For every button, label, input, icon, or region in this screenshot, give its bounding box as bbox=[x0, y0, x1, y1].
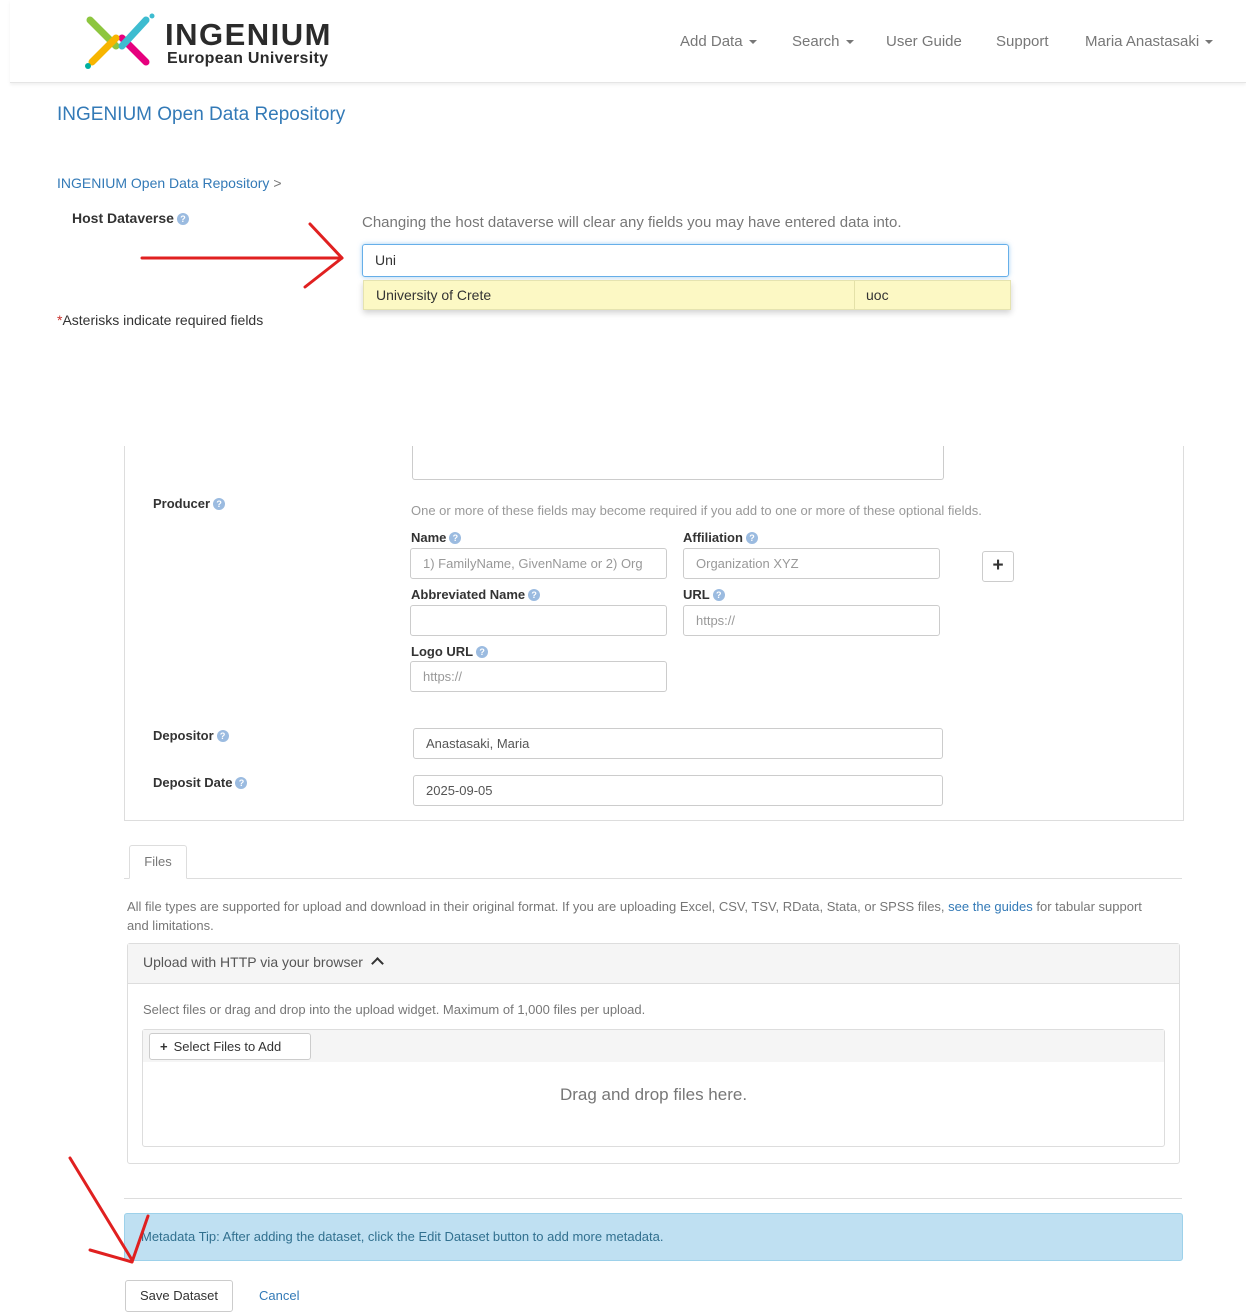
caret-down-icon bbox=[748, 40, 757, 45]
nav-add-data[interactable]: Add Data bbox=[680, 33, 757, 50]
help-icon[interactable]: ? bbox=[176, 213, 189, 225]
nav-user-guide[interactable]: User Guide bbox=[886, 33, 962, 50]
caret-down-icon bbox=[845, 40, 854, 45]
producer-logo-input[interactable]: https:// bbox=[410, 661, 667, 692]
producer-logo-label-text: Logo URL bbox=[411, 644, 474, 659]
nav-search-label: Search bbox=[792, 33, 840, 50]
upload-note: Select files or drag and drop into the u… bbox=[143, 1002, 646, 1017]
host-dataverse-label: Host Dataverse? bbox=[72, 210, 189, 226]
nav-add-data-label: Add Data bbox=[680, 33, 743, 50]
producer-url-label-text: URL bbox=[683, 587, 710, 602]
nav-search[interactable]: Search bbox=[792, 33, 854, 50]
drop-zone-text: Drag and drop files here. bbox=[559, 1085, 748, 1104]
help-icon[interactable]: ? bbox=[235, 777, 248, 789]
suggestion-name: University of Crete bbox=[376, 287, 492, 303]
page-title[interactable]: INGENIUM Open Data Repository bbox=[57, 104, 345, 126]
deposit-date-label-text: Deposit Date bbox=[153, 775, 233, 790]
help-icon[interactable]: ? bbox=[745, 532, 758, 544]
host-dataverse-label-text: Host Dataverse bbox=[72, 210, 174, 226]
caret-down-icon bbox=[1205, 40, 1214, 45]
depositor-label-text: Depositor bbox=[153, 728, 214, 743]
producer-label: Producer? bbox=[153, 496, 226, 511]
nav-support[interactable]: Support bbox=[996, 33, 1049, 50]
upload-header-toggle[interactable]: Upload with HTTP via your browser bbox=[143, 954, 384, 970]
textarea-field-partial[interactable] bbox=[412, 446, 944, 480]
host-dataverse-input[interactable]: Uni bbox=[362, 244, 1009, 277]
help-icon[interactable]: ? bbox=[213, 498, 226, 510]
cancel-link[interactable]: Cancel bbox=[259, 1288, 299, 1303]
nav-user-menu[interactable]: Maria Anastasaki bbox=[1085, 33, 1214, 50]
save-dataset-button[interactable]: Save Dataset bbox=[125, 1280, 233, 1312]
nav-user-label: Maria Anastasaki bbox=[1085, 33, 1200, 50]
host-dataverse-note: Changing the host dataverse will clear a… bbox=[362, 214, 902, 231]
producer-name-input[interactable]: 1) FamilyName, GivenName or 2) Org bbox=[410, 548, 667, 579]
required-note-text: Asterisks indicate required fields bbox=[62, 312, 264, 328]
help-icon[interactable]: ? bbox=[449, 532, 462, 544]
producer-name-label: Name? bbox=[411, 530, 462, 545]
metadata-tip-alert: Metadata Tip: After adding the dataset, … bbox=[124, 1213, 1183, 1261]
producer-abbrev-label-text: Abbreviated Name bbox=[411, 587, 526, 602]
producer-abbrev-label: Abbreviated Name? bbox=[411, 587, 541, 602]
deposit-date-label: Deposit Date? bbox=[153, 775, 248, 790]
producer-url-input[interactable]: https:// bbox=[683, 605, 940, 636]
select-files-button[interactable]: + Select Files to Add bbox=[149, 1033, 311, 1060]
suggestion-divider bbox=[854, 281, 855, 309]
brand-subtitle[interactable]: European University bbox=[167, 50, 328, 68]
producer-affiliation-input[interactable]: Organization XYZ bbox=[683, 548, 940, 579]
producer-note: One or more of these fields may become r… bbox=[411, 503, 982, 518]
upload-header-label: Upload with HTTP via your browser bbox=[143, 954, 363, 970]
ingenium-logo-icon[interactable] bbox=[82, 12, 157, 72]
breadcrumb-separator: > bbox=[273, 175, 282, 191]
producer-logo-label: Logo URL? bbox=[411, 644, 489, 659]
annotation-arrow-right-icon bbox=[140, 222, 344, 289]
breadcrumb: INGENIUM Open Data Repository > bbox=[57, 175, 282, 191]
required-fields-note: *Asterisks indicate required fields bbox=[57, 312, 263, 328]
producer-name-label-text: Name bbox=[411, 530, 447, 545]
host-suggestion-item[interactable]: University of Crete uoc bbox=[363, 280, 1011, 310]
help-icon[interactable]: ? bbox=[712, 589, 725, 601]
section-divider bbox=[124, 1198, 1182, 1199]
brand-title[interactable]: INGENIUM bbox=[165, 17, 332, 53]
producer-url-label: URL? bbox=[683, 587, 725, 602]
tab-divider bbox=[124, 878, 1182, 879]
help-icon[interactable]: ? bbox=[528, 589, 541, 601]
deposit-date-input[interactable]: 2025-09-05 bbox=[413, 775, 943, 806]
chevron-up-icon bbox=[371, 957, 384, 970]
depositor-input[interactable]: Anastasaki, Maria bbox=[413, 728, 943, 759]
producer-label-text: Producer bbox=[153, 496, 211, 511]
producer-affiliation-label: Affiliation? bbox=[683, 530, 758, 545]
help-icon[interactable]: ? bbox=[216, 730, 229, 742]
files-note-text: All file types are supported for upload … bbox=[127, 899, 945, 914]
help-icon[interactable]: ? bbox=[476, 646, 489, 658]
depositor-label: Depositor? bbox=[153, 728, 229, 743]
plus-icon: + bbox=[160, 1039, 168, 1054]
select-files-label: Select Files to Add bbox=[173, 1039, 282, 1054]
see-guides-link[interactable]: see the guides bbox=[948, 899, 1033, 914]
producer-abbrev-input[interactable] bbox=[410, 605, 667, 636]
producer-affiliation-label-text: Affiliation bbox=[683, 530, 743, 545]
breadcrumb-link[interactable]: INGENIUM Open Data Repository bbox=[57, 175, 269, 191]
files-note: All file types are supported for upload … bbox=[127, 897, 1167, 935]
tab-files[interactable]: Files bbox=[129, 845, 187, 879]
suggestion-alias: uoc bbox=[866, 287, 889, 303]
add-producer-button[interactable]: + bbox=[982, 551, 1014, 582]
